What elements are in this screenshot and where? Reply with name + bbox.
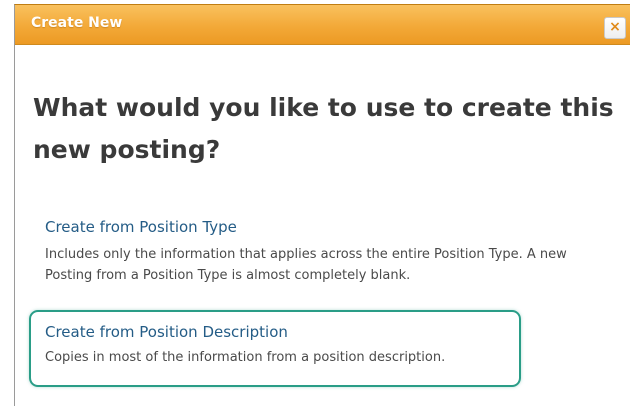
dialog-titlebar: Create New ×	[15, 5, 630, 45]
position-description-description: Copies in most of the information from a…	[45, 350, 446, 365]
close-icon: ×	[609, 19, 621, 35]
create-from-position-type-link[interactable]: Create from Position Type	[45, 217, 611, 237]
create-new-dialog: Create New × What would you like to use …	[14, 4, 630, 406]
dialog-title: Create New	[31, 15, 123, 31]
position-type-description: Includes only the information that appli…	[45, 247, 567, 283]
create-from-position-description-link[interactable]: Create from Position Description	[45, 322, 507, 342]
option-position-description: Create from Position Description Copies …	[29, 310, 521, 387]
close-button[interactable]: ×	[604, 17, 626, 39]
option-position-type: Create from Position Type Includes only …	[29, 217, 617, 286]
dialog-headline: What would you like to use to create thi…	[33, 93, 614, 164]
